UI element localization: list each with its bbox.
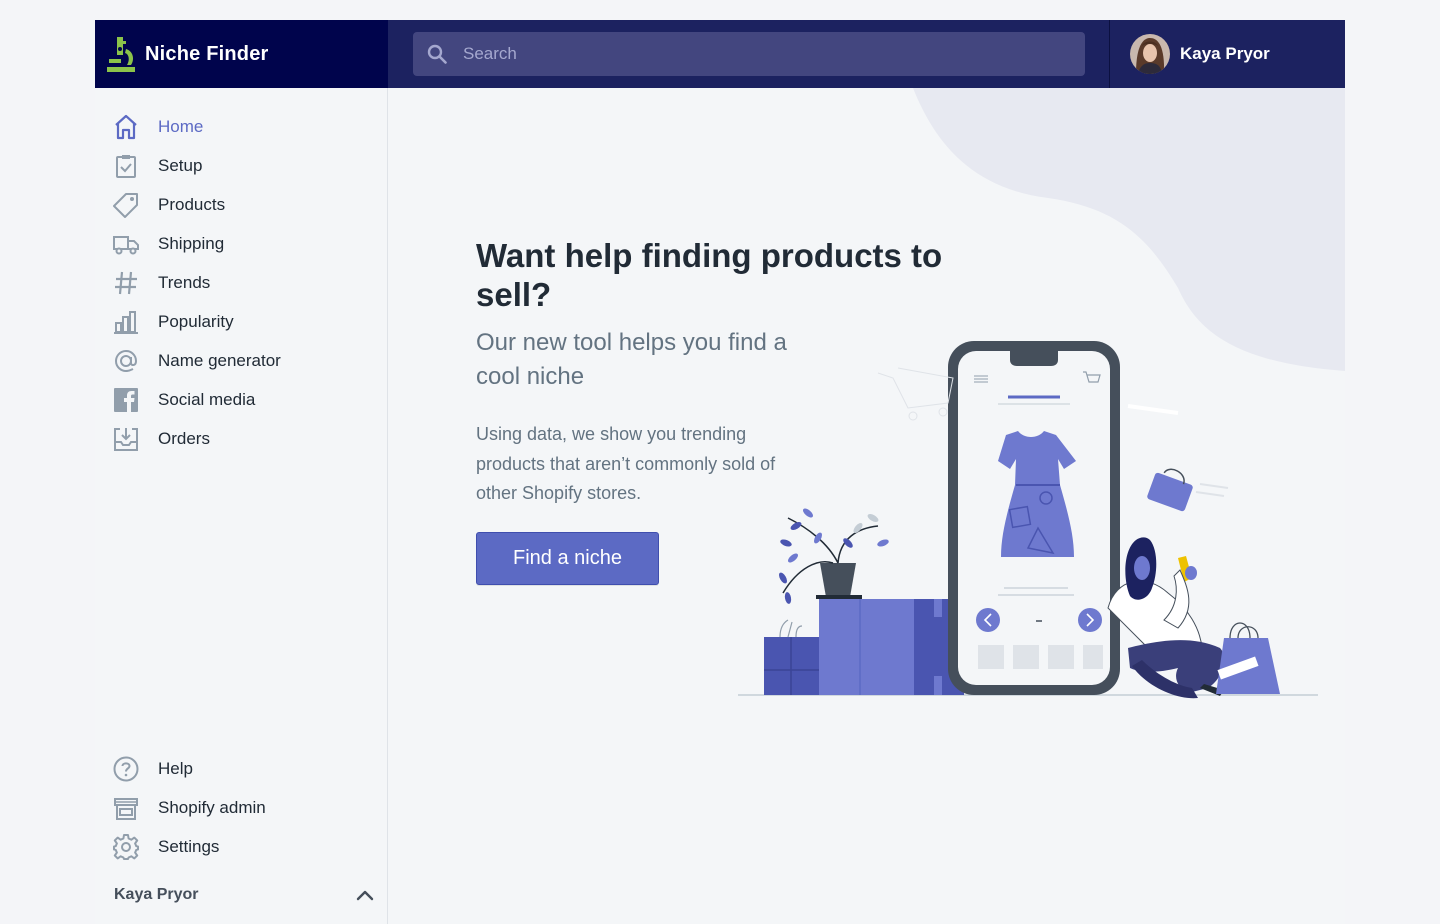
sidebar-item-popularity[interactable]: Popularity	[113, 307, 234, 337]
at-sign-icon	[113, 348, 139, 374]
sidebar: Home Setup Products Shipping Trends Popu…	[95, 88, 388, 924]
sidebar-item-home[interactable]: Home	[113, 112, 203, 142]
sidebar-item-shipping[interactable]: Shipping	[113, 229, 224, 259]
sidebar-item-label: Home	[158, 117, 204, 136]
bar-chart-icon	[113, 309, 139, 335]
sidebar-item-label: Shopify admin	[158, 798, 266, 817]
sidebar-item-trends[interactable]: Trends	[113, 268, 210, 298]
sidebar-item-label: Settings	[158, 837, 220, 856]
user-name: Kaya Pryor	[1180, 44, 1270, 63]
sidebar-item-label: Trends	[158, 273, 211, 292]
topbar-divider	[1109, 20, 1110, 88]
sidebar-item-label: Help	[158, 759, 193, 778]
sidebar-item-label: Products	[158, 195, 226, 214]
home-icon	[113, 114, 139, 140]
brand[interactable]: Niche Finder	[95, 20, 388, 88]
sidebar-item-label: Popularity	[158, 312, 234, 331]
inbox-download-icon	[113, 426, 139, 452]
sidebar-item-settings[interactable]: Settings	[113, 832, 219, 862]
sidebar-item-shopify-admin[interactable]: Shopify admin	[113, 793, 266, 823]
sidebar-item-label: Setup	[158, 156, 203, 175]
sidebar-item-label: Social media	[158, 390, 256, 409]
truck-icon	[113, 231, 139, 257]
sidebar-item-products[interactable]: Products	[113, 190, 225, 220]
app-window: Niche Finder Kaya Pryor	[95, 20, 1345, 924]
sidebar-item-name-generator[interactable]: Name generator	[113, 346, 281, 376]
sidebar-item-social-media[interactable]: Social media	[113, 385, 255, 415]
sidebar-item-orders[interactable]: Orders	[113, 424, 210, 454]
main-content: Want help finding products to sell? Our …	[388, 88, 1345, 924]
gear-icon	[113, 834, 139, 860]
sidebar-item-help[interactable]: Help	[113, 754, 193, 784]
top-bar: Niche Finder Kaya Pryor	[95, 20, 1345, 88]
sidebar-item-label: Name generator	[158, 351, 281, 370]
facebook-icon	[113, 387, 139, 413]
store-icon	[113, 795, 139, 821]
sidebar-item-setup[interactable]: Setup	[113, 151, 202, 181]
sidebar-item-label: Orders	[158, 429, 210, 448]
tag-icon	[113, 192, 139, 218]
avatar	[1130, 34, 1170, 74]
microscope-logo-icon	[107, 37, 135, 72]
hashtag-icon	[113, 270, 139, 296]
hero-headline: Want help finding products to sell?	[476, 237, 943, 313]
search-bar[interactable]	[413, 32, 1085, 76]
account-name: Kaya Pryor	[114, 886, 199, 903]
search-input[interactable]	[461, 43, 1065, 65]
user-menu[interactable]: Kaya Pryor	[1130, 34, 1270, 74]
sidebar-item-label: Shipping	[158, 234, 225, 253]
hero-subheadline: Our new tool helps you find a cool niche	[476, 329, 787, 390]
search-icon	[427, 44, 447, 64]
account-switcher[interactable]: Kaya Pryor	[114, 886, 374, 904]
hero-description: Using data, we show you trending product…	[476, 424, 776, 503]
chevron-up-icon[interactable]	[356, 889, 374, 901]
question-circle-icon	[113, 756, 139, 782]
clipboard-check-icon	[113, 153, 139, 179]
app-name: Niche Finder	[145, 42, 269, 65]
find-a-niche-button[interactable]: Find a niche	[476, 532, 659, 585]
